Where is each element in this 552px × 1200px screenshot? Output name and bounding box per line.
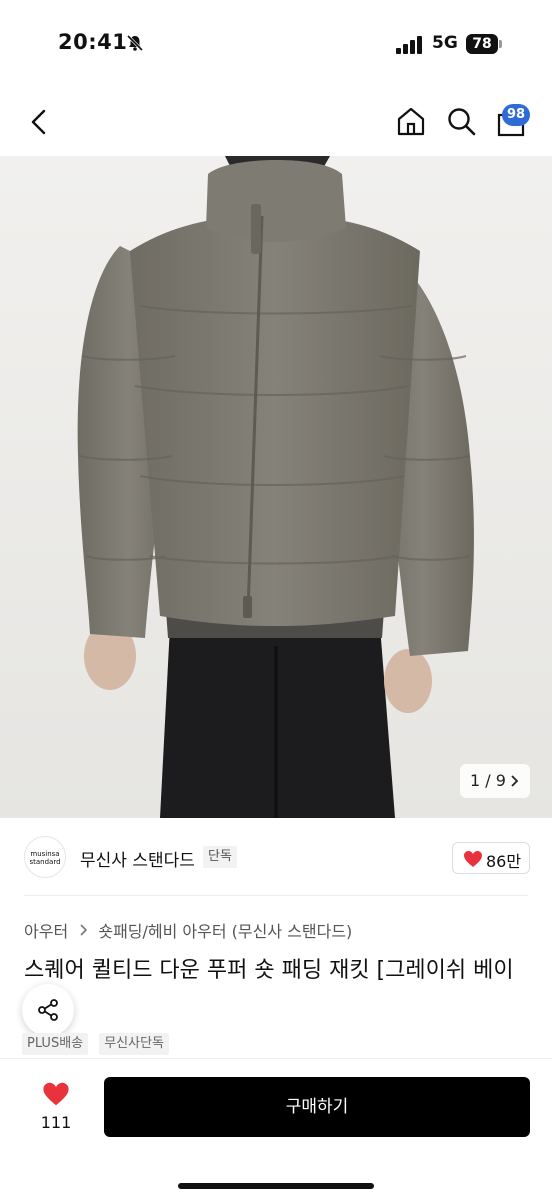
breadcrumb-item-outer[interactable]: 아우터 (24, 918, 68, 942)
search-icon[interactable] (444, 104, 478, 138)
exclusive-badge: 단독 (203, 846, 237, 868)
chevron-right-icon (511, 775, 518, 787)
brand-logo-line2: standard (29, 858, 61, 866)
home-indicator (178, 1183, 374, 1189)
signal-icon (396, 36, 422, 54)
breadcrumb-item-short-padding[interactable]: 숏패딩/헤비 아우터 (무신사 스탠다드) (98, 918, 352, 942)
app-header: 98 (0, 90, 552, 156)
brand-logo[interactable]: musinsa standard (24, 836, 66, 878)
battery-tip (499, 40, 502, 48)
wishlist-button[interactable]: 111 (30, 1077, 82, 1137)
cart-count-badge: 98 (502, 104, 531, 126)
share-icon (38, 999, 58, 1021)
tag-plus-delivery: PLUS배송 (22, 1033, 89, 1055)
category-breadcrumb: 아우터 숏패딩/헤비 아우터 (무신사 스탠다드) (24, 918, 352, 942)
divider (24, 895, 528, 896)
heart-icon (464, 851, 482, 867)
image-counter[interactable]: 1 / 9 (460, 764, 530, 798)
share-button[interactable] (22, 984, 74, 1036)
image-counter-text: 1 / 9 (470, 771, 506, 790)
tag-musinsa-exclusive: 무신사단독 (99, 1033, 170, 1055)
product-image-gallery[interactable]: 1 / 9 (0, 156, 552, 818)
back-icon[interactable] (26, 106, 52, 138)
chevron-right-icon (80, 924, 88, 936)
bell-slash-icon (126, 34, 144, 52)
buy-button[interactable]: 구매하기 (104, 1077, 530, 1137)
product-title: 스퀘어 퀼티드 다운 푸퍼 숏 패딩 재킷 [그레이쉬 베이 (24, 958, 514, 983)
battery-icon: 78 (466, 34, 502, 54)
wishlist-count: 111 (40, 1113, 72, 1132)
brand-logo-line1: musinsa (30, 850, 60, 858)
bottom-action-bar: 111 구매하기 (0, 1058, 552, 1200)
brand-like-button[interactable]: 86만 (452, 842, 530, 874)
status-time: 20:41 (58, 30, 128, 54)
product-tags: PLUS배송 무신사단독 (22, 1032, 175, 1055)
brand-like-count: 86만 (486, 852, 522, 871)
brand-row[interactable]: musinsa standard 무신사 스탠다드 단독 86만 (0, 830, 552, 886)
battery-level: 78 (466, 34, 498, 54)
brand-name[interactable]: 무신사 스탠다드 (80, 846, 195, 871)
heart-icon (43, 1082, 69, 1106)
home-icon[interactable] (394, 104, 428, 138)
product-photo (0, 156, 552, 818)
status-bar: 20:41 5G 78 (0, 0, 552, 90)
network-type: 5G (432, 33, 458, 53)
